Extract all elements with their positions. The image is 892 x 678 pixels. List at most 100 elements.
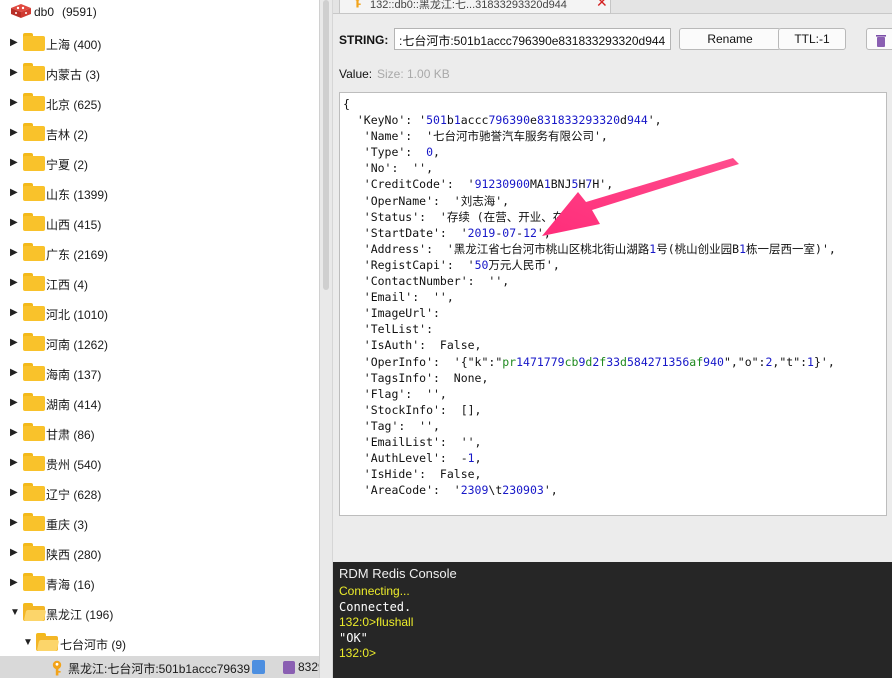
tree-item-label: 河南 (1262): [46, 338, 109, 352]
tree-row-selected-key[interactable]: 黑龙江:七台河市:501b1accc79639 8329: [0, 656, 319, 678]
chevron-right-icon[interactable]: ▶: [10, 368, 18, 378]
chevron-right-icon[interactable]: ▶: [10, 248, 18, 258]
chevron-right-icon[interactable]: ▶: [10, 488, 18, 498]
scrollbar-thumb[interactable]: [323, 0, 329, 290]
chevron-right-icon[interactable]: ▶: [10, 98, 18, 108]
tree-item[interactable]: ▶ 重庆 (3): [0, 508, 319, 538]
tree-item-label: 广东 (2169): [46, 248, 109, 262]
value-editor[interactable]: { 'KeyNo': '501b1accc796390e831833293320…: [339, 92, 887, 516]
tree-item-label: 吉林 (2): [46, 128, 89, 142]
chevron-right-icon[interactable]: ▶: [10, 158, 18, 168]
tree-item[interactable]: ▶ 甘肃 (86): [0, 418, 319, 448]
tree-item-label: 七台河市 (9): [60, 638, 127, 652]
db-count: (9591): [62, 5, 97, 19]
key-type-label: STRING:: [339, 33, 389, 47]
tab-bar: 132::db0::黑龙江:七...31833293320d944 ✕: [333, 0, 892, 14]
folder-icon: [23, 213, 45, 231]
tree-item[interactable]: ▶ 北京 (625): [0, 88, 319, 118]
tree-item-label: 海南 (137): [46, 368, 102, 382]
tree-item[interactable]: ▶ 上海 (400): [0, 28, 319, 58]
folder-icon: [23, 483, 45, 501]
value-label: Value:: [339, 67, 373, 81]
chevron-right-icon[interactable]: ▶: [10, 548, 18, 558]
value-panel: 132::db0::黑龙江:七...31833293320d944 ✕ STRI…: [333, 0, 892, 560]
trash-icon[interactable]: [283, 661, 295, 674]
chevron-right-icon[interactable]: ▶: [10, 518, 18, 528]
tree-item[interactable]: ▶ 宁夏 (2): [0, 148, 319, 178]
tree-item[interactable]: ▶ 陕西 (280): [0, 538, 319, 568]
tree-item[interactable]: ▶ 河南 (1262): [0, 328, 319, 358]
tree-item[interactable]: ▶ 内蒙古 (3): [0, 58, 319, 88]
folder-icon: [23, 363, 45, 381]
database-icon: [11, 4, 31, 18]
tree-item-label: 山西 (415): [46, 218, 102, 232]
db-name: db0: [34, 5, 55, 19]
tree-item[interactable]: ▶ 海南 (137): [0, 358, 319, 388]
tree-item[interactable]: ▶ 山西 (415): [0, 208, 319, 238]
console-line: Connecting...: [339, 584, 410, 598]
rename-button[interactable]: Rename: [679, 28, 781, 50]
folder-icon: [23, 63, 45, 81]
chevron-right-icon[interactable]: ▶: [10, 338, 18, 348]
chevron-right-icon[interactable]: ▶: [10, 458, 18, 468]
folder-icon: [23, 123, 45, 141]
console-line: "OK": [339, 630, 368, 645]
chevron-down-icon[interactable]: ▼: [10, 608, 20, 618]
tree-item-label: 北京 (625): [46, 98, 102, 112]
copy-icon[interactable]: [252, 660, 265, 674]
key-name-input[interactable]: :七台河市:501b1accc796390e831833293320d944: [394, 28, 671, 50]
chevron-right-icon[interactable]: ▶: [10, 38, 18, 48]
tree-item-label: 陕西 (280): [46, 548, 102, 562]
chevron-right-icon[interactable]: ▶: [10, 428, 18, 438]
folder-icon: [23, 393, 45, 411]
chevron-down-icon[interactable]: ▼: [23, 638, 33, 648]
chevron-right-icon[interactable]: ▶: [10, 578, 18, 588]
chevron-right-icon[interactable]: ▶: [10, 188, 18, 198]
tree-item[interactable]: ▶ 吉林 (2): [0, 118, 319, 148]
chevron-right-icon[interactable]: ▶: [10, 68, 18, 78]
trash-icon: [876, 35, 886, 47]
folder-icon: [23, 453, 45, 471]
key-tree-panel: db0 (9591) ▶ 上海 (400) ▶ 内蒙古 (3) ▶ 北京 (625) ▶ 吉林…: [0, 0, 319, 678]
tree-item-label: 青海 (16): [46, 578, 95, 592]
folder-icon: [23, 333, 45, 351]
tree-item[interactable]: ▶ 江西 (4): [0, 268, 319, 298]
tree-item-label: 内蒙古 (3): [46, 68, 101, 82]
tree-item[interactable]: ▶ 广东 (2169): [0, 238, 319, 268]
close-icon[interactable]: ✕: [596, 0, 608, 11]
folder-icon: [23, 513, 45, 531]
console-line: 132:0>: [339, 646, 377, 660]
tree-row-db0[interactable]: db0 (9591): [0, 0, 319, 24]
value-text: { 'KeyNo': '501b1accc796390e831833293320…: [343, 97, 836, 498]
tree-item[interactable]: ▶ 湖南 (414): [0, 388, 319, 418]
tree-item[interactable]: ▶ 河北 (1010): [0, 298, 319, 328]
console-line: Connected.: [339, 599, 412, 614]
tree-item-label: 黑龙江 (196): [46, 608, 114, 622]
tree-item-label: 江西 (4): [46, 278, 89, 292]
tree-item[interactable]: ▶ 青海 (16): [0, 568, 319, 598]
chevron-right-icon[interactable]: ▶: [10, 218, 18, 228]
chevron-right-icon[interactable]: ▶: [10, 398, 18, 408]
ttl-button[interactable]: TTL:-1: [778, 28, 846, 50]
chevron-right-icon[interactable]: ▶: [10, 308, 18, 318]
folder-icon: [23, 33, 45, 51]
chevron-right-icon[interactable]: ▶: [10, 278, 18, 288]
tree-row-subfolder[interactable]: ▼ 七台河市 (9): [0, 628, 319, 658]
folder-open-icon: [23, 603, 47, 621]
tree-item[interactable]: ▶ 辽宁 (628): [0, 478, 319, 508]
tree-item[interactable]: ▶ 贵州 (540): [0, 448, 319, 478]
folder-icon: [23, 93, 45, 111]
delete-button[interactable]: [866, 28, 892, 50]
tab-key[interactable]: 132::db0::黑龙江:七...31833293320d944 ✕: [339, 0, 611, 14]
scrollbar[interactable]: [319, 0, 333, 678]
key-icon: [355, 0, 361, 8]
tree-item[interactable]: ▶ 山东 (1399): [0, 178, 319, 208]
console-panel[interactable]: RDM Redis Console Connecting... Connected…: [333, 562, 892, 678]
tree-item-label: 上海 (400): [46, 38, 102, 52]
tree-item-label: 甘肃 (86): [46, 428, 95, 442]
folder-icon: [23, 573, 45, 591]
selected-key-tail: 8329: [298, 660, 319, 674]
tree-item[interactable]: ▼ 黑龙江 (196): [0, 598, 319, 628]
tree-item-label: 河北 (1010): [46, 308, 109, 322]
chevron-right-icon[interactable]: ▶: [10, 128, 18, 138]
